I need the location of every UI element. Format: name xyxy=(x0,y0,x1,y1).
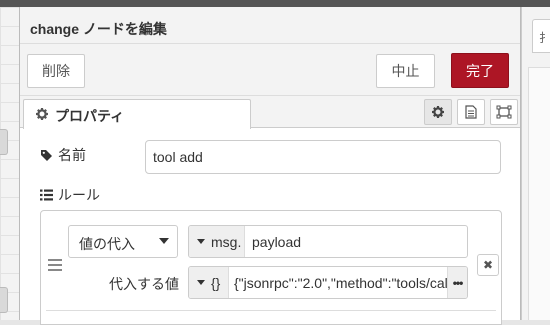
dialog-title: change ノードを編集 xyxy=(30,21,167,37)
sidebar-panel: 扌 xyxy=(521,7,550,320)
name-label: 名前 xyxy=(58,147,86,163)
properties-form: 名前 ルール 値の代入 msg. xyxy=(20,128,520,325)
rules-label-row: ルール xyxy=(40,185,100,205)
tab-properties[interactable]: プロパティ xyxy=(23,99,251,129)
caret-down-icon xyxy=(197,239,205,244)
value-type-label: {} xyxy=(211,274,221,291)
description-button[interactable] xyxy=(457,99,485,125)
rules-label: ルール xyxy=(58,187,100,203)
name-label-row: 名前 xyxy=(40,145,86,165)
window-top-bar xyxy=(0,0,550,7)
delete-rule-button[interactable]: ✖ xyxy=(477,254,499,276)
caret-down-icon xyxy=(197,280,205,285)
delete-button[interactable]: 削除 xyxy=(27,54,85,88)
set-to-label: 代入する値 xyxy=(109,276,179,292)
appearance-button[interactable] xyxy=(490,99,518,125)
gear-icon xyxy=(36,108,48,120)
sidebar-list xyxy=(528,67,550,320)
rule-action-value: 値の代入 xyxy=(79,236,135,252)
tab-properties-label: プロパティ xyxy=(55,108,125,124)
sidebar-tab[interactable]: 扌 xyxy=(532,19,550,53)
sidebar-tab-label: 扌 xyxy=(539,31,550,45)
frame-icon xyxy=(496,105,512,119)
node-settings-button[interactable] xyxy=(424,99,452,125)
value-text: {"jsonrpc":"2.0","method":"tools/cal xyxy=(234,275,448,291)
caret-down-icon xyxy=(159,238,169,244)
drag-handle-icon[interactable] xyxy=(48,259,62,271)
rules-list: 値の代入 msg. payload 代入する値 {} {"jsonrpc":"2… xyxy=(40,210,502,325)
tag-icon xyxy=(41,149,52,161)
property-type-label: msg. xyxy=(211,233,242,250)
list-icon xyxy=(40,189,53,201)
rule-action-select[interactable]: 値の代入 xyxy=(68,225,178,258)
tab-bar: プロパティ xyxy=(20,96,520,129)
close-icon: ✖ xyxy=(482,258,494,272)
name-field[interactable] xyxy=(145,140,501,174)
edit-dialog: change ノードを編集 削除 中止 完了 プロパティ 名前 tool add… xyxy=(19,7,521,325)
done-button[interactable]: 完了 xyxy=(451,53,509,88)
property-input[interactable]: msg. payload xyxy=(188,225,468,258)
gear-icon xyxy=(432,106,444,118)
property-value: payload xyxy=(252,234,302,250)
value-type-select[interactable]: {} xyxy=(189,267,229,298)
value-input[interactable]: {} {"jsonrpc":"2.0","method":"tools/cal … xyxy=(188,266,468,299)
rule-divider xyxy=(46,310,496,311)
dialog-header: change ノードを編集 xyxy=(20,7,520,44)
canvas-node[interactable] xyxy=(0,287,8,313)
expand-editor-button[interactable]: ••• xyxy=(447,267,467,298)
cancel-button[interactable]: 中止 xyxy=(376,54,435,88)
property-type-select[interactable]: msg. xyxy=(189,226,245,257)
document-icon xyxy=(465,105,477,119)
canvas-node[interactable] xyxy=(0,129,8,155)
workspace-canvas[interactable] xyxy=(0,7,19,320)
dialog-toolbar: 削除 中止 完了 xyxy=(20,44,520,96)
